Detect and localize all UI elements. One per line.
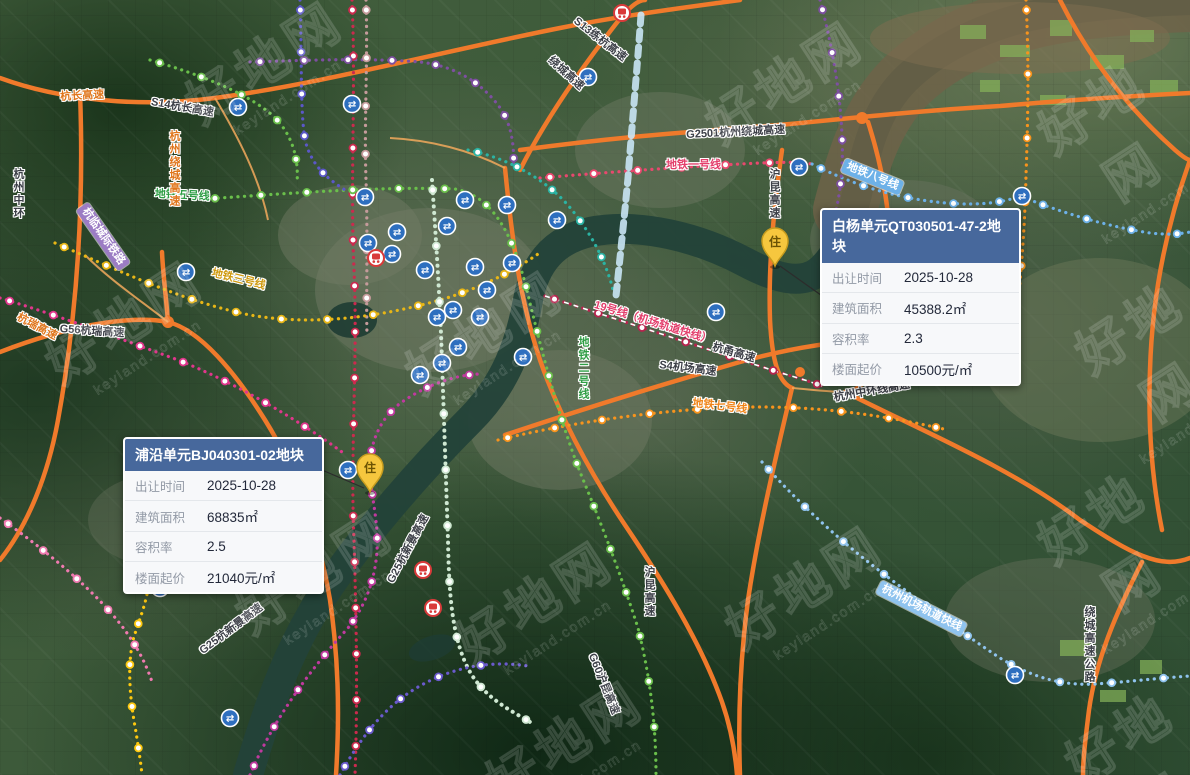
popup-title[interactable]: 浦沿单元BJ040301-02地块	[125, 439, 322, 471]
popup-row: 楼面起价21040元/㎡	[125, 561, 322, 592]
popup-body: 出让时间2025-10-28 建筑面积45388.2㎡ 容积率2.3 楼面起价1…	[822, 263, 1019, 384]
map-canvas[interactable]: ⇄ 住	[0, 0, 1190, 775]
popup-row: 容积率2.5	[125, 531, 322, 561]
popup-row: 容积率2.3	[822, 323, 1019, 353]
parcel-pin-puyan[interactable]	[357, 454, 383, 495]
popup-row: 楼面起价10500元/㎡	[822, 353, 1019, 384]
popup-row: 建筑面积68835㎡	[125, 500, 322, 531]
map-overlay-svg: ⇄ 住	[0, 0, 1190, 775]
popup-row: 出让时间2025-10-28	[125, 471, 322, 500]
popup-body: 出让时间2025-10-28 建筑面积68835㎡ 容积率2.5 楼面起价210…	[125, 471, 322, 592]
popup-title[interactable]: 白杨单元QT030501-47-2地块	[822, 210, 1019, 263]
popup-row: 建筑面积45388.2㎡	[822, 292, 1019, 323]
parcel-popup-puyan: 浦沿单元BJ040301-02地块 出让时间2025-10-28 建筑面积688…	[123, 437, 324, 594]
parcel-popup-baiyang: 白杨单元QT030501-47-2地块 出让时间2025-10-28 建筑面积4…	[820, 208, 1021, 386]
popup-row: 出让时间2025-10-28	[822, 263, 1019, 292]
